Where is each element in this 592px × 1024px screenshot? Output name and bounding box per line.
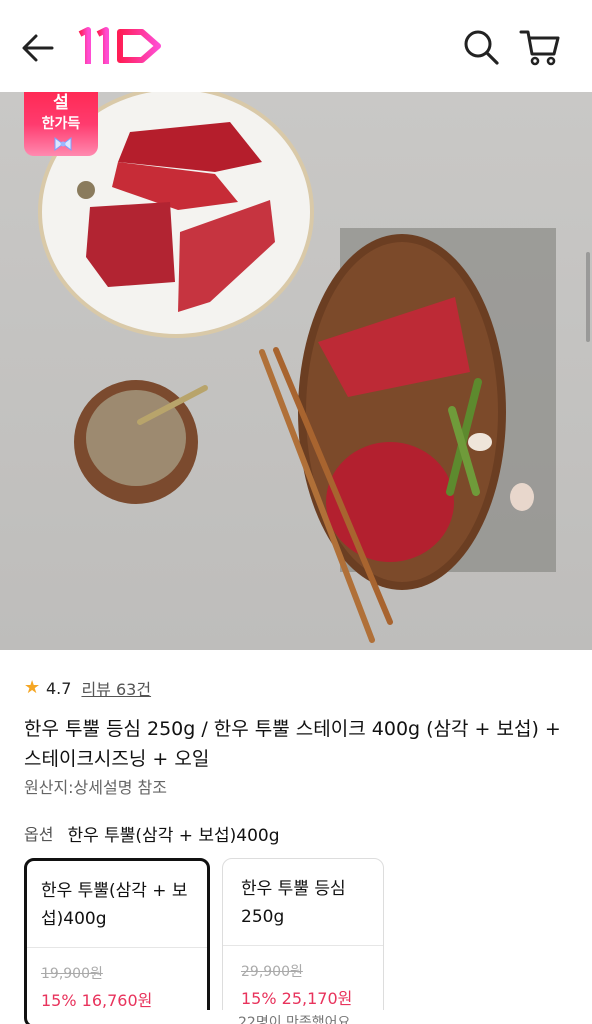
cart-icon[interactable]: [518, 24, 562, 68]
product-title: 한우 투뿔 등심 250g / 한우 투뿔 스테이크 400g (삼각 + 보섭…: [24, 718, 561, 770]
review-count-link[interactable]: 리뷰 63건: [81, 676, 151, 700]
option-sale-price: 15% 25,170원: [241, 989, 353, 1008]
satisfaction-hint-bar: 22명이 만족했어요: [200, 1010, 592, 1024]
option-name: 한우 투뿔(삼각 + 보섭)400g: [41, 881, 188, 929]
option-card-deungsim[interactable]: 한우 투뿔 등심 250g 29,900원 15% 25,170원: [222, 858, 384, 1024]
badge-title: 설: [53, 93, 69, 113]
product-origin: 원산지:상세설명 참조: [24, 778, 167, 797]
rating-row: ★ 4.7 리뷰 63건: [24, 676, 151, 700]
11st-logo[interactable]: [76, 24, 166, 68]
product-photo-illustration: [38, 92, 556, 643]
ribbon-icon: [54, 137, 72, 151]
seollal-event-badge: 설 한가득: [24, 92, 98, 156]
option-label: 옵션: [24, 825, 54, 844]
option-original-price: 19,900원: [41, 966, 103, 982]
search-icon[interactable]: [460, 26, 502, 68]
option-original-price: 29,900원: [241, 964, 303, 980]
option-row: 옵션 한우 투뿔(삼각 + 보섭)400g: [24, 820, 280, 846]
product-image[interactable]: [0, 92, 592, 650]
option-sale-price: 15% 16,760원: [41, 991, 153, 1010]
rating-value: 4.7: [46, 678, 72, 698]
option-divider: [27, 947, 207, 948]
badge-subtitle: 한가득: [41, 116, 81, 132]
option-card-samgak-boseop[interactable]: 한우 투뿔(삼각 + 보섭)400g 19,900원 15% 16,760원: [24, 858, 210, 1024]
back-arrow-icon[interactable]: [18, 28, 58, 68]
option-divider: [223, 945, 383, 946]
selected-option-value: 한우 투뿔(삼각 + 보섭)400g: [67, 825, 280, 846]
top-header: [0, 0, 592, 92]
satisfaction-hint-text: 22명이 만족했어요: [238, 1015, 351, 1024]
star-icon: ★: [24, 677, 41, 698]
option-name: 한우 투뿔 등심 250g: [241, 879, 346, 927]
image-scroll-indicator: [586, 252, 590, 342]
